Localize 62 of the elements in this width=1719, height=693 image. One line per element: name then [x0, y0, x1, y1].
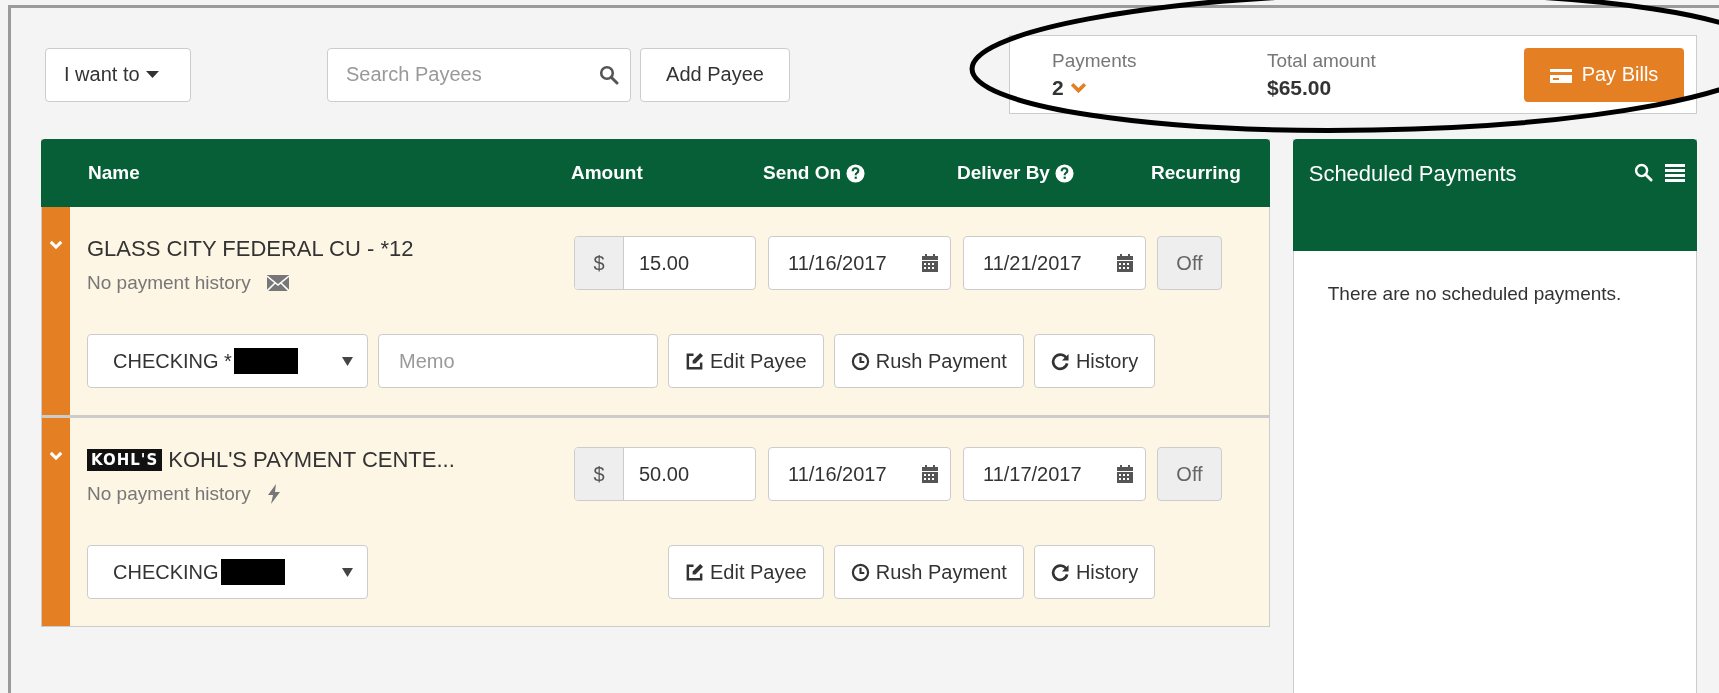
calendar-icon [1115, 253, 1135, 273]
chevron-down-icon [49, 240, 63, 250]
add-payee-button[interactable]: Add Payee [640, 47, 790, 102]
help-icon [846, 163, 866, 183]
row-action-button[interactable]: History [1033, 334, 1156, 388]
total-amount: $65.00 [1267, 75, 1333, 100]
total-label: Total amount [1267, 49, 1376, 72]
list-icon [1665, 163, 1685, 182]
column-header: Name [88, 162, 140, 184]
column-header: Recurring [1151, 162, 1241, 184]
panel-title: Scheduled Payments [1308, 161, 1518, 187]
bolt-icon [266, 484, 281, 504]
row-action-button[interactable]: History [1033, 545, 1156, 599]
payments-count: 2 [1052, 75, 1064, 100]
calendar-icon [920, 253, 940, 273]
send-on-field[interactable]: 11/16/2017 [768, 447, 951, 501]
column-header: Send On [763, 162, 842, 184]
amount-field[interactable]: $ 15.00 [574, 236, 756, 290]
payment-history-text: No payment history [87, 272, 251, 294]
refresh-icon [1050, 351, 1070, 371]
edit-icon [685, 351, 704, 371]
row-action-button[interactable]: Edit Payee [668, 545, 824, 599]
payee-name: KOHL'S PAYMENT CENTE... [168, 447, 455, 473]
caret-icon [145, 70, 159, 79]
search-field[interactable]: Search Payees [327, 47, 631, 102]
account-select[interactable]: CHECKING * [87, 334, 368, 388]
empty-message: There are no scheduled payments. [1326, 282, 1623, 305]
payments-label: Payments [1052, 49, 1138, 72]
column-header: Amount [571, 162, 643, 184]
search-icon [599, 64, 619, 85]
help-icon [1054, 163, 1074, 183]
memo-field[interactable]: Memo [378, 334, 658, 388]
row-action-button[interactable]: Edit Payee [668, 334, 824, 388]
recurring-toggle[interactable]: Off [1157, 236, 1222, 290]
account-select[interactable]: CHECKING [87, 545, 368, 599]
redaction-mark [220, 559, 285, 585]
menu-button[interactable]: I want to [45, 47, 191, 102]
dropdown-arrow-icon [342, 356, 353, 366]
calendar-icon [920, 464, 940, 484]
refresh-icon [1050, 562, 1070, 582]
column-header: Deliver By [957, 162, 1050, 184]
search-icon [1634, 163, 1653, 182]
card-icon [1549, 66, 1572, 83]
edit-icon [685, 562, 704, 582]
deliver-by-field[interactable]: 11/17/2017 [963, 447, 1146, 501]
redaction-mark [233, 348, 298, 374]
envelope-icon [266, 275, 289, 291]
clock-icon [850, 351, 870, 371]
dropdown-arrow-icon [342, 567, 353, 577]
payment-history-text: No payment history [87, 483, 251, 505]
row-action-button[interactable]: Rush Payment [833, 334, 1024, 388]
amount-field[interactable]: $ 50.00 [574, 447, 756, 501]
chevron-down-icon [49, 451, 63, 461]
deliver-by-field[interactable]: 11/21/2017 [963, 236, 1146, 290]
payee-name: GLASS CITY FEDERAL CU - *12 [87, 236, 414, 262]
clock-icon [850, 562, 870, 582]
row-action-button[interactable]: Rush Payment [833, 545, 1024, 599]
recurring-toggle[interactable]: Off [1157, 447, 1222, 501]
payee-logo: KOHL'S [87, 449, 163, 471]
send-on-field[interactable]: 11/16/2017 [768, 236, 951, 290]
calendar-icon [1115, 464, 1135, 484]
chevron-down-icon [1069, 81, 1087, 94]
